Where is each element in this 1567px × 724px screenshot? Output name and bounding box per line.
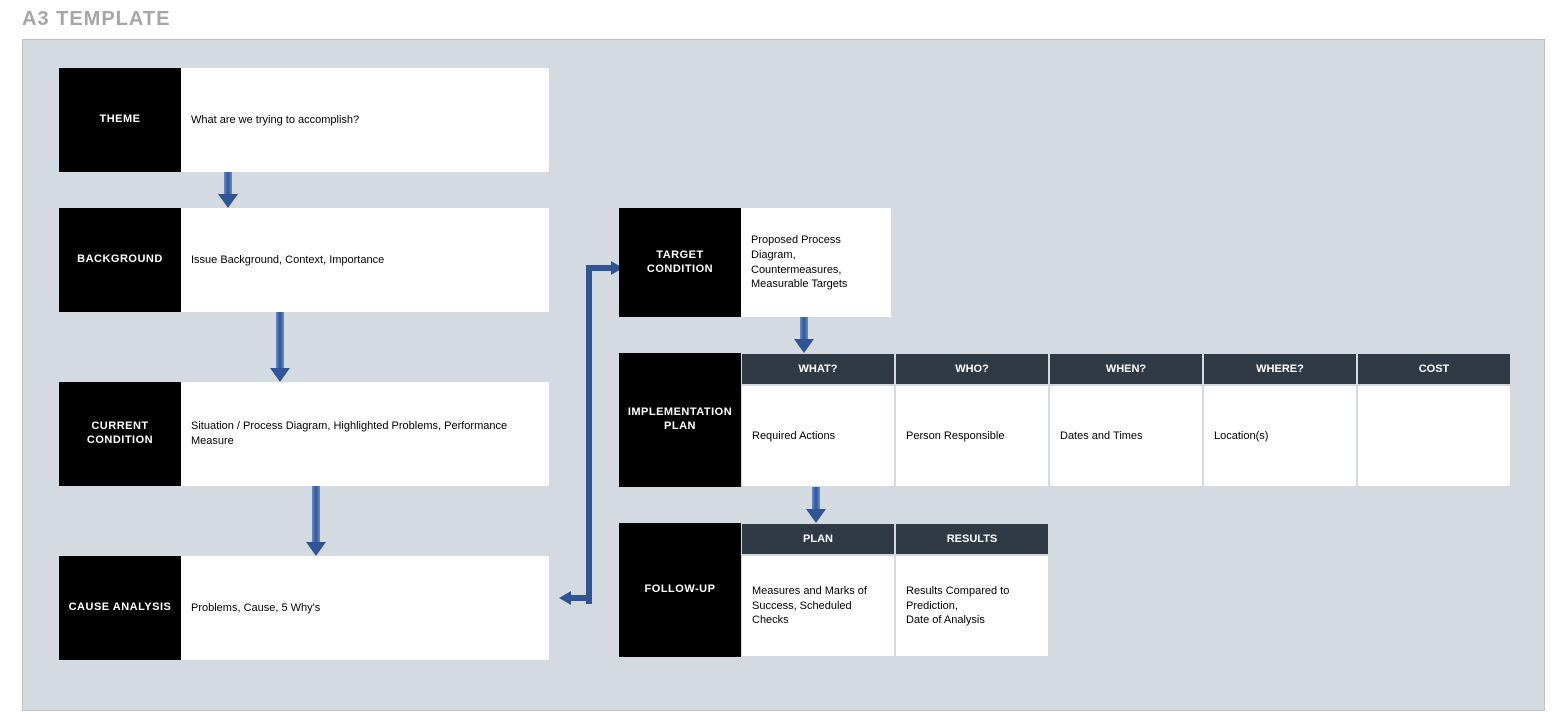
impl-cell-cost: [1357, 385, 1511, 487]
impl-header-cost: COST: [1357, 353, 1511, 385]
follow-cell-plan: Measures and Marks of Success, Scheduled…: [741, 555, 895, 657]
cause-analysis-content: Problems, Cause, 5 Why's: [181, 556, 549, 660]
arrow-background-current: [272, 312, 288, 382]
theme-label: THEME: [59, 68, 181, 172]
impl-cell-who: Person Responsible: [895, 385, 1049, 487]
impl-header-who: WHO?: [895, 353, 1049, 385]
impl-header-where: WHERE?: [1203, 353, 1357, 385]
impl-cell-when: Dates and Times: [1049, 385, 1203, 487]
theme-content: What are we trying to accomplish?: [181, 68, 549, 172]
impl-cell-what: Required Actions: [741, 385, 895, 487]
current-condition-label: CURRENT CONDITION: [59, 382, 181, 486]
cause-analysis-label: CAUSE ANALYSIS: [59, 556, 181, 660]
follow-header-plan: PLAN: [741, 523, 895, 555]
arrow-current-cause: [308, 486, 324, 556]
arrow-implementation-followup: [808, 487, 824, 523]
implementation-plan-label: IMPLEMENTATION PLAN: [619, 353, 741, 487]
current-condition-content: Situation / Process Diagram, Highlighted…: [181, 382, 549, 486]
impl-header-what: WHAT?: [741, 353, 895, 385]
target-condition-label: TARGET CONDITION: [619, 208, 741, 317]
target-condition-content: Proposed Process Diagram, Countermeasure…: [741, 208, 891, 317]
background-label: BACKGROUND: [59, 208, 181, 312]
arrow-cause-target: [549, 254, 623, 614]
background-content: Issue Background, Context, Importance: [181, 208, 549, 312]
page-title: A3 TEMPLATE: [0, 0, 1567, 39]
impl-cell-where: Location(s): [1203, 385, 1357, 487]
follow-cell-results: Results Compared to Prediction, Date of …: [895, 555, 1049, 657]
diagram-canvas: THEME What are we trying to accomplish? …: [22, 39, 1545, 711]
follow-header-results: RESULTS: [895, 523, 1049, 555]
arrow-theme-background: [220, 172, 236, 208]
arrow-target-implementation: [796, 317, 812, 353]
follow-up-label: FOLLOW-UP: [619, 523, 741, 657]
impl-header-when: WHEN?: [1049, 353, 1203, 385]
